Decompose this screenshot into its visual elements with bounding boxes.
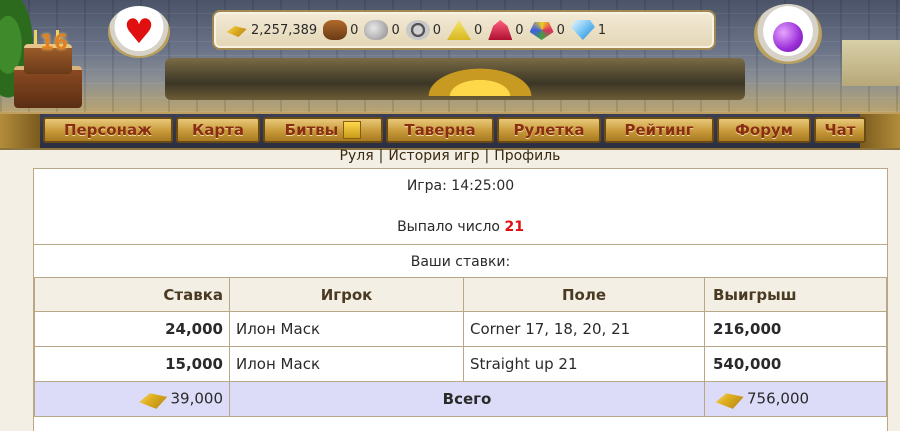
resource-wood[interactable]: 0 bbox=[323, 20, 358, 40]
nav-rating[interactable]: Рейтинг bbox=[604, 117, 714, 143]
cell-player[interactable]: Илон Маск bbox=[229, 346, 464, 382]
diamond-icon bbox=[570, 20, 595, 40]
nav-chat[interactable]: Чат bbox=[814, 117, 866, 143]
battle-icon bbox=[343, 121, 362, 139]
birthday-cake-icon[interactable]: 16 bbox=[6, 28, 88, 108]
cell-stake: 15,000 bbox=[34, 346, 230, 382]
total-label: Всего bbox=[229, 381, 705, 417]
bets-table: Ставка Игрок Поле Выигрыш 24,000 Илон Ма… bbox=[34, 277, 887, 417]
cell-field: Straight up 21 bbox=[463, 346, 705, 382]
cell-field: Corner 17, 18, 20, 21 bbox=[463, 311, 705, 347]
resource-gold[interactable]: 2,257,389 bbox=[224, 20, 317, 40]
link-roulette[interactable]: Руля bbox=[340, 148, 374, 164]
total-win: 756,000 bbox=[704, 381, 887, 417]
drawn-number-line: Выпало число 21 bbox=[397, 219, 524, 235]
resource-crystal[interactable]: 0 bbox=[488, 20, 524, 40]
gold-icon bbox=[715, 393, 744, 409]
stone-icon bbox=[364, 20, 389, 40]
gold-icon bbox=[226, 26, 247, 37]
crystal-icon bbox=[488, 20, 513, 40]
heart-icon: ♥ bbox=[123, 12, 155, 52]
nav-forum[interactable]: Форум bbox=[717, 117, 811, 143]
cell-stake: 24,000 bbox=[34, 311, 230, 347]
resource-diamond[interactable]: 1 bbox=[570, 20, 606, 40]
resource-gems[interactable]: 0 bbox=[529, 20, 565, 40]
wood-icon bbox=[323, 20, 348, 40]
main-nav: Персонаж Карта Битвы Таверна Рулетка Рей… bbox=[0, 112, 900, 150]
link-game-history[interactable]: История игр bbox=[388, 148, 479, 164]
cell-win: 540,000 bbox=[704, 346, 887, 382]
game-result-panel: Игра: 14:25:00 Выпало число 21 Ваши став… bbox=[33, 168, 888, 431]
resource-stone[interactable]: 0 bbox=[364, 20, 400, 40]
game-time: Игра: 14:25:00 bbox=[406, 178, 515, 194]
total-stake: 39,000 bbox=[34, 381, 230, 417]
cell-win: 216,000 bbox=[704, 311, 887, 347]
gems-icon bbox=[529, 22, 554, 40]
nav-roulette[interactable]: Рулетка bbox=[497, 117, 601, 143]
cell-player[interactable]: Илон Маск bbox=[229, 311, 464, 347]
mana-orb[interactable] bbox=[754, 4, 822, 64]
table-row: 15,000 Илон Маск Straight up 21 540,000 bbox=[34, 346, 887, 382]
resource-iron[interactable]: 0 bbox=[405, 20, 441, 40]
potion-icon bbox=[773, 22, 803, 52]
link-profile[interactable]: Профиль bbox=[494, 148, 560, 164]
health-orb[interactable]: ♥ bbox=[108, 6, 170, 58]
your-bets-title: Ваши ставки: bbox=[410, 254, 511, 270]
iron-icon bbox=[405, 20, 430, 40]
header-field: Поле bbox=[463, 277, 705, 312]
roulette-subnav: Руля | История игр | Профиль bbox=[339, 148, 561, 164]
castle-decoration bbox=[842, 40, 900, 86]
sulfur-icon bbox=[447, 20, 472, 40]
header-win: Выигрыш bbox=[704, 277, 887, 312]
header-stake: Ставка bbox=[34, 277, 230, 312]
nav-battles[interactable]: Битвы bbox=[263, 117, 383, 143]
resource-bar: 2,257,389 0 0 0 0 0 0 1 bbox=[212, 10, 716, 50]
gold-pile-decoration bbox=[420, 64, 540, 96]
table-row: 24,000 Илон Маск Corner 17, 18, 20, 21 2… bbox=[34, 311, 887, 347]
total-row: 39,000 Всего 756,000 bbox=[34, 381, 887, 417]
resource-sulfur[interactable]: 0 bbox=[447, 20, 482, 40]
nav-map[interactable]: Карта bbox=[176, 117, 260, 143]
header-player: Игрок bbox=[229, 277, 464, 312]
game-header: 16 ♥ 2,257,389 0 0 0 0 0 0 1 bbox=[0, 0, 900, 112]
drawn-number: 21 bbox=[504, 219, 524, 235]
nav-character[interactable]: Персонаж bbox=[43, 117, 173, 143]
level-badge: 16 bbox=[40, 30, 68, 54]
gold-icon bbox=[139, 393, 168, 409]
nav-tavern[interactable]: Таверна bbox=[386, 117, 494, 143]
